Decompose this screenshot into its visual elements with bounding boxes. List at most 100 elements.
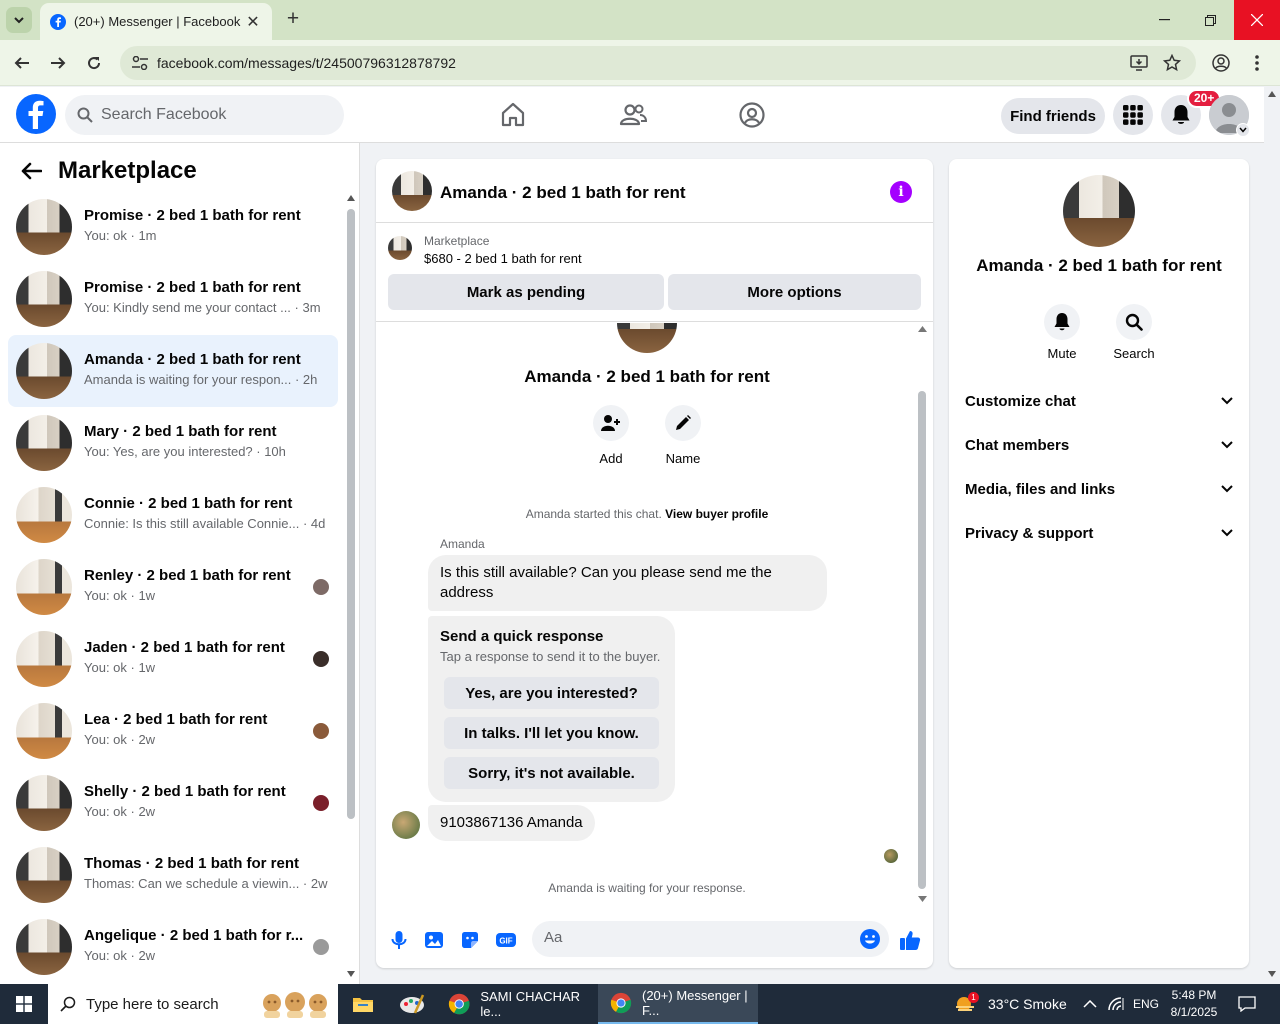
microphone-icon[interactable] — [388, 929, 410, 951]
facebook-search[interactable] — [65, 95, 344, 135]
network-icon[interactable] — [1108, 984, 1124, 1024]
view-buyer-profile-link[interactable]: View buyer profile — [665, 507, 768, 521]
listing-thumbnail — [16, 271, 72, 327]
details-avatar[interactable] — [1063, 175, 1135, 247]
chat-avatar[interactable] — [392, 171, 432, 211]
restore-button[interactable] — [1187, 0, 1233, 40]
more-options-button[interactable]: More options — [668, 274, 921, 310]
page-scroll-up-icon[interactable] — [1268, 91, 1276, 97]
thumbs-up-icon[interactable] — [899, 929, 921, 951]
quick-response-button[interactable]: In talks. I'll let you know. — [444, 717, 659, 749]
input-language[interactable]: ENG — [1133, 984, 1159, 1024]
scroll-up-arrow-icon[interactable] — [347, 195, 355, 201]
system-clock[interactable]: 5:48 PM 8/1/2025 — [1164, 987, 1224, 1021]
buyer-avatar[interactable] — [392, 811, 420, 839]
bookmark-star-icon[interactable] — [1163, 54, 1181, 72]
emoji-icon[interactable] — [859, 928, 881, 950]
tab-search-dropdown[interactable] — [6, 7, 32, 33]
edit-name-button[interactable]: Name — [653, 405, 713, 466]
quick-response-button[interactable]: Yes, are you interested? — [444, 677, 659, 709]
facebook-search-input[interactable] — [101, 106, 321, 124]
gif-icon[interactable]: GIF — [495, 929, 517, 951]
weather-widget[interactable]: 1 33°C Smoke — [954, 984, 1067, 1024]
forward-button[interactable] — [47, 52, 69, 74]
page-scroll-down-icon[interactable] — [1268, 971, 1276, 977]
reload-button[interactable] — [83, 52, 105, 74]
message-input-box[interactable] — [532, 921, 889, 957]
browser-toolbar: facebook.com/messages/t/2450079631287879… — [0, 40, 1280, 86]
tab-close-icon[interactable]: ✕ — [244, 12, 262, 32]
message-input[interactable] — [544, 929, 844, 946]
add-people-button[interactable]: Add — [581, 405, 641, 466]
window-close-button[interactable] — [1234, 0, 1280, 40]
conversation-item[interactable]: Angelique · 2 bed 1 bath for r... You: ok… — [8, 911, 338, 983]
message-bubble[interactable]: 9103867136 Amanda — [428, 805, 595, 841]
home-nav-icon[interactable] — [499, 101, 527, 129]
back-arrow-icon[interactable] — [20, 162, 42, 180]
conversation-preview: Amanda is waiting for your respon... · 2… — [84, 372, 318, 387]
photo-icon[interactable] — [423, 929, 445, 951]
groups-nav-icon[interactable] — [738, 101, 766, 129]
conversation-item[interactable]: Shelly · 2 bed 1 bath for rent You: ok · … — [8, 767, 338, 839]
scroll-down-arrow-icon[interactable] — [347, 971, 355, 977]
chat-scroll-down-icon[interactable] — [918, 896, 927, 902]
conversation-item[interactable]: Promise · 2 bed 1 bath for rent You: ok ·… — [8, 191, 338, 263]
chrome-window-taskbar-item-active[interactable]: (20+) Messenger | F... — [598, 984, 758, 1024]
show-hidden-icons-button[interactable] — [1083, 984, 1097, 1024]
chrome-window-taskbar-item[interactable]: SAMI CHACHAR le... — [440, 984, 596, 1024]
site-settings-icon[interactable] — [132, 56, 148, 70]
browser-tab[interactable]: (20+) Messenger | Facebook ✕ — [40, 3, 272, 40]
new-tab-button[interactable]: + — [282, 8, 304, 30]
conversation-item[interactable]: Renley · 2 bed 1 bath for rent You: ok · … — [8, 551, 338, 623]
media-files-links-section[interactable]: Media, files and links — [965, 467, 1233, 511]
conversation-item[interactable]: Jaden · 2 bed 1 bath for rent You: ok · 1… — [8, 623, 338, 695]
privacy-support-section[interactable]: Privacy & support — [965, 511, 1233, 555]
listing-thumbnail[interactable] — [388, 236, 412, 260]
back-button[interactable] — [11, 52, 33, 74]
mark-as-pending-button[interactable]: Mark as pending — [388, 274, 664, 310]
weather-sun-icon: 1 — [954, 992, 979, 1014]
facebook-logo[interactable] — [16, 94, 56, 134]
listing-thumbnail — [16, 415, 72, 471]
search-label: Search — [1113, 346, 1155, 361]
start-button[interactable] — [0, 984, 48, 1024]
conversation-item[interactable]: Mary · 2 bed 1 bath for rent You: Yes, ar… — [8, 407, 338, 479]
taskbar-search[interactable]: Type here to search — [48, 984, 338, 1024]
customize-chat-section[interactable]: Customize chat — [965, 379, 1233, 423]
conversation-info-icon[interactable]: i — [890, 181, 912, 203]
account-chevron-icon[interactable] — [1236, 123, 1250, 137]
chat-members-section[interactable]: Chat members — [965, 423, 1233, 467]
listing-thumbnail — [16, 487, 72, 543]
notification-center-icon[interactable] — [1238, 984, 1256, 1024]
file-explorer-taskbar-icon[interactable] — [345, 984, 381, 1024]
sticker-icon[interactable] — [459, 929, 481, 951]
conversation-item-active[interactable]: Amanda · 2 bed 1 bath for rent Amanda is … — [8, 335, 338, 407]
conversation-item[interactable]: Promise · 2 bed 1 bath for rent You: Kind… — [8, 263, 338, 335]
minimize-button[interactable] — [1141, 0, 1187, 40]
conversation-preview: You: ok · 2w — [84, 732, 156, 747]
conversation-item[interactable]: Thomas · 2 bed 1 bath for rent Thomas: Ca… — [8, 839, 338, 911]
arrow-left-icon — [14, 57, 29, 69]
conversation-item[interactable]: Connie · 2 bed 1 bath for rent Connie: Is… — [8, 479, 338, 551]
listing-price[interactable]: $680 - 2 bed 1 bath for rent — [424, 251, 582, 266]
menu-grid-button[interactable] — [1113, 95, 1153, 135]
browser-profile-icon[interactable] — [1212, 54, 1230, 72]
svg-text:GIF: GIF — [499, 937, 512, 946]
chat-title[interactable]: Amanda · 2 bed 1 bath for rent — [440, 183, 686, 203]
left-panel-scrollbar[interactable] — [347, 209, 355, 819]
mute-button[interactable]: Mute — [1032, 304, 1092, 361]
install-app-icon[interactable] — [1130, 54, 1148, 72]
search-in-chat-button[interactable]: Search — [1104, 304, 1164, 361]
search-icon — [1125, 313, 1143, 331]
friends-nav-icon[interactable] — [619, 101, 647, 129]
app-taskbar-icon[interactable] — [392, 984, 432, 1024]
chat-scroll-up-icon[interactable] — [918, 326, 927, 332]
find-friends-button[interactable]: Find friends — [1001, 98, 1105, 134]
chat-scrollbar[interactable] — [918, 391, 926, 889]
message-bubble[interactable]: Is this still available? Can you please … — [428, 555, 827, 611]
page-scrollbar[interactable] — [1264, 87, 1280, 984]
browser-menu-icon[interactable] — [1254, 54, 1260, 72]
conversation-item[interactable]: Lea · 2 bed 1 bath for rent You: ok · 2w — [8, 695, 338, 767]
address-bar[interactable]: facebook.com/messages/t/2450079631287879… — [120, 46, 1196, 80]
quick-response-button[interactable]: Sorry, it's not available. — [444, 757, 659, 789]
